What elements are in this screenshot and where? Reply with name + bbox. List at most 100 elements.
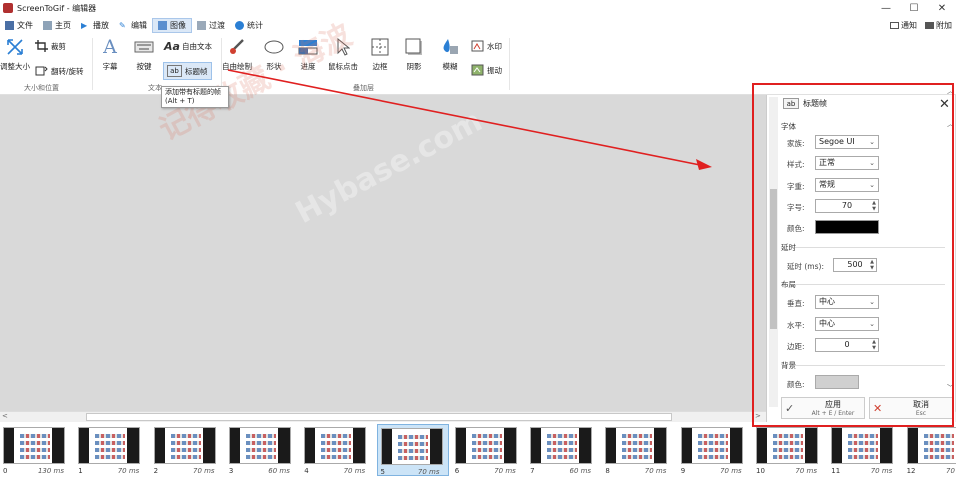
vertical-label: 垂直: — [787, 299, 805, 308]
frame-thumbnail[interactable]: 0 130 ms — [0, 424, 72, 476]
frame-number: 11 — [831, 467, 841, 475]
frame-thumbnail[interactable]: 12 70 ms — [904, 424, 956, 476]
chevron-down-icon[interactable]: ﹀ — [947, 383, 954, 393]
cancel-shortcut: Esc — [915, 410, 927, 417]
frame-delay: 70 ms — [117, 467, 140, 475]
frame-thumbnail[interactable]: 9 70 ms — [678, 424, 750, 476]
frame-number: 1 — [78, 467, 83, 475]
frame-image — [831, 427, 894, 464]
frame-delay: 70 ms — [945, 467, 956, 475]
frame-thumbnail[interactable]: 2 70 ms — [151, 424, 223, 476]
font-style-select[interactable]: 正常 ⌄ — [815, 156, 879, 170]
frame-image — [304, 427, 367, 464]
spinner-icon[interactable]: ▲ ▼ — [872, 339, 876, 351]
chevron-down-icon: ⌄ — [869, 320, 875, 328]
frame-delay: 70 ms — [417, 468, 440, 476]
scrollbar-thumb[interactable] — [770, 189, 777, 329]
frame-delay: 70 ms — [494, 467, 516, 475]
frame-thumbnail[interactable]: 6 70 ms — [452, 424, 524, 476]
chevron-up-icon[interactable]: ︿ — [947, 86, 954, 96]
frame-number: 4 — [304, 467, 309, 475]
font-color-picker[interactable] — [815, 220, 879, 234]
frame-thumbnail[interactable]: 10 70 ms — [753, 424, 825, 476]
style-label: 样式: — [787, 160, 805, 169]
delay-stepper[interactable]: 500 ▲ ▼ — [833, 258, 877, 272]
background-section-title: 背景 — [781, 361, 796, 370]
horizontal-align-select[interactable]: 中心 ⌄ — [815, 317, 879, 331]
cancel-button[interactable]: ✕ 取消 Esc — [869, 397, 953, 419]
panel-left-scrollbar[interactable] — [769, 97, 778, 407]
editor-window: ScreenToGif - 编辑器 — ☐ ✕ 文件 主页 ▶ 播放 ✎ 编辑 图像… — [0, 0, 956, 478]
margin-label: 边距: — [787, 342, 805, 351]
chevron-down-icon: ⌄ — [869, 159, 875, 167]
frame-number: 6 — [454, 467, 460, 475]
horizontal-label: 水平: — [787, 321, 805, 330]
frame-delay: 130 ms — [37, 467, 64, 475]
font-family-select[interactable]: Segoe UI ⌄ — [815, 135, 879, 149]
frame-number: 9 — [680, 467, 686, 475]
frame-thumbnail[interactable]: 3 60 ms — [226, 424, 298, 476]
frame-number: 8 — [605, 467, 610, 475]
panel-title: 标题帧 — [803, 99, 827, 108]
frame-thumbnail[interactable]: 7 60 ms — [527, 424, 599, 476]
frame-number: 10 — [756, 467, 765, 475]
frame-delay: 70 ms — [343, 467, 366, 475]
frame-image — [380, 428, 443, 465]
section-divider — [795, 284, 945, 285]
delay-section-title: 延时 — [781, 243, 796, 252]
frame-image — [680, 427, 743, 464]
apply-button[interactable]: ✓ 应用 Alt + E / Enter — [781, 397, 865, 419]
margin-stepper[interactable]: 0 ▲ ▼ — [815, 338, 879, 352]
frame-image — [78, 427, 141, 464]
frame-thumbnail[interactable]: 8 70 ms — [602, 424, 674, 476]
apply-label: 应用 — [825, 400, 841, 409]
font-color-label: 颜色: — [787, 224, 805, 233]
check-icon: ✓ — [785, 401, 795, 415]
frame-number: 12 — [906, 467, 916, 475]
cancel-label: 取消 — [913, 400, 929, 409]
frame-thumbnail[interactable]: 1 70 ms — [75, 424, 147, 476]
frame-number: 2 — [153, 467, 159, 475]
title-frame-panel: ab 标题帧 ✕ ︿ 字体 ︿ 家族: Segoe UI ⌄ 样式: 正常 ⌄ 字重… — [766, 87, 955, 422]
close-icon[interactable]: ✕ — [939, 97, 950, 112]
vertical-align-select[interactable]: 中心 ⌄ — [815, 295, 879, 309]
frame-thumbnail[interactable]: 4 70 ms — [301, 424, 373, 476]
frame-number: 3 — [228, 467, 234, 475]
delay-label: 延时 (ms): — [787, 262, 824, 271]
frame-image — [153, 427, 216, 464]
frame-image — [605, 427, 668, 464]
frame-image — [454, 427, 517, 464]
frame-thumbnail[interactable]: 5 70 ms — [376, 424, 449, 476]
chevron-down-icon: ⌄ — [869, 138, 875, 146]
chevron-up-icon[interactable]: ︿ — [947, 119, 954, 129]
background-color-picker[interactable] — [815, 375, 859, 389]
family-label: 家族: — [787, 139, 805, 148]
bg-color-label: 颜色: — [787, 380, 805, 389]
font-weight-select[interactable]: 常规 ⌄ — [815, 178, 879, 192]
frame-image — [3, 427, 65, 464]
section-divider — [795, 365, 945, 366]
frame-delay: 70 ms — [192, 467, 215, 475]
scroll-left-icon[interactable]: < — [2, 412, 8, 420]
font-section-title: 字体 — [781, 122, 796, 131]
frame-delay: 70 ms — [870, 467, 893, 475]
frame-delay: 70 ms — [795, 467, 817, 475]
font-size-stepper[interactable]: 70 ▲ ▼ — [815, 199, 879, 213]
cancel-icon: ✕ — [873, 401, 883, 415]
frame-delay: 70 ms — [644, 467, 667, 475]
chevron-down-icon: ⌄ — [869, 298, 875, 306]
frame-thumbnail[interactable]: 11 70 ms — [828, 424, 900, 476]
scroll-right-icon[interactable]: > — [755, 412, 761, 420]
chevron-down-icon: ⌄ — [869, 181, 875, 189]
apply-shortcut: Alt + E / Enter — [811, 410, 855, 417]
weight-label: 字重: — [787, 182, 805, 191]
section-divider — [795, 247, 945, 248]
frame-number: 0 — [3, 467, 8, 475]
frame-delay: 60 ms — [268, 467, 290, 475]
frame-number: 5 — [380, 468, 385, 476]
spinner-icon[interactable]: ▲ ▼ — [872, 200, 876, 212]
title-frame-icon: ab — [783, 98, 799, 109]
spinner-icon[interactable]: ▲ ▼ — [870, 259, 874, 271]
frame-number: 7 — [530, 467, 535, 475]
scrollbar-thumb[interactable] — [86, 413, 672, 421]
